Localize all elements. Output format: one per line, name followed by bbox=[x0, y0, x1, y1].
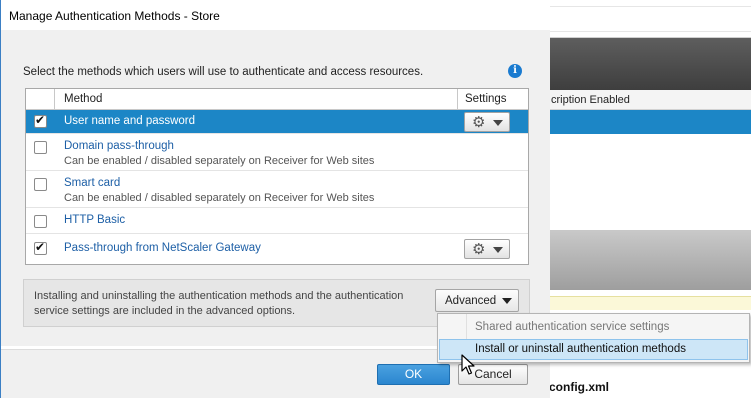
chevron-down-icon bbox=[502, 298, 512, 304]
dialog-title: Manage Authentication Methods - Store bbox=[9, 9, 220, 23]
check-icon: ✔ bbox=[35, 113, 46, 127]
column-header-settings[interactable]: Settings bbox=[465, 93, 507, 105]
column-header-method[interactable]: Method bbox=[64, 93, 102, 105]
checkbox-smart-card[interactable] bbox=[34, 178, 47, 191]
method-title: Smart card bbox=[64, 177, 121, 189]
settings-button-netscaler-gateway[interactable]: ⚙ bbox=[464, 239, 510, 259]
background-file-label: config.xml bbox=[549, 380, 610, 394]
method-subtitle: Can be enabled / disabled separately on … bbox=[64, 192, 375, 204]
method-title: HTTP Basic bbox=[64, 214, 126, 226]
column-divider bbox=[54, 89, 55, 110]
checkbox-netscaler-gateway[interactable]: ✔ bbox=[34, 240, 47, 255]
advanced-button-label: Advanced bbox=[445, 295, 497, 307]
info-icon[interactable]: i bbox=[508, 64, 522, 78]
chevron-down-icon bbox=[493, 120, 503, 126]
method-title: Pass-through from NetScaler Gateway bbox=[64, 242, 261, 254]
method-row-smart-card[interactable]: Smart card Can be enabled / disabled sep… bbox=[26, 171, 528, 208]
method-row-domain-pass-through[interactable]: Domain pass-through Can be enabled / dis… bbox=[26, 134, 528, 171]
background-toolbar bbox=[549, 0, 751, 38]
table-header: Method Settings bbox=[26, 89, 528, 110]
dialog-titlebar[interactable]: Manage Authentication Methods - Store bbox=[1, 0, 550, 30]
checkbox-domain-pass-through[interactable] bbox=[34, 141, 47, 154]
background-notice-band bbox=[549, 296, 751, 310]
advanced-button[interactable]: Advanced bbox=[435, 289, 519, 312]
advanced-dropdown-menu: Shared authentication service settings I… bbox=[437, 313, 750, 363]
mouse-pointer-icon bbox=[461, 354, 475, 375]
ok-button[interactable]: OK bbox=[377, 364, 450, 385]
column-divider bbox=[457, 89, 458, 110]
background-selected-row[interactable] bbox=[549, 110, 751, 134]
menu-item-install-uninstall-methods[interactable]: Install or uninstall authentication meth… bbox=[439, 339, 748, 360]
background-header-band bbox=[549, 38, 751, 90]
checkbox-user-name-password[interactable]: ✔ bbox=[34, 113, 47, 128]
gear-icon: ⚙ bbox=[472, 114, 486, 131]
method-title: Domain pass-through bbox=[64, 140, 174, 152]
instruction-text: Select the methods which users will use … bbox=[23, 66, 424, 78]
gear-icon: ⚙ bbox=[472, 241, 486, 258]
advanced-options-text: Installing and uninstalling the authenti… bbox=[34, 290, 404, 317]
method-row-user-name-password[interactable]: ✔ User name and password ⚙ bbox=[26, 110, 528, 134]
menu-item-shared-auth-settings[interactable]: Shared authentication service settings bbox=[439, 317, 748, 338]
background-column-header: cription Enabled bbox=[549, 90, 751, 110]
method-row-netscaler-gateway[interactable]: ✔ Pass-through from NetScaler Gateway ⚙ bbox=[26, 234, 528, 264]
method-subtitle: Can be enabled / disabled separately on … bbox=[64, 155, 375, 167]
checkbox-http-basic[interactable] bbox=[34, 215, 47, 228]
chevron-down-icon bbox=[493, 247, 503, 253]
methods-table: Method Settings ✔ User name and password… bbox=[25, 88, 529, 265]
method-title: User name and password bbox=[64, 115, 196, 127]
settings-button-user-name-password[interactable]: ⚙ bbox=[464, 112, 510, 132]
check-icon: ✔ bbox=[35, 240, 46, 254]
method-row-http-basic[interactable]: HTTP Basic bbox=[26, 208, 528, 234]
background-details-band bbox=[549, 230, 751, 290]
